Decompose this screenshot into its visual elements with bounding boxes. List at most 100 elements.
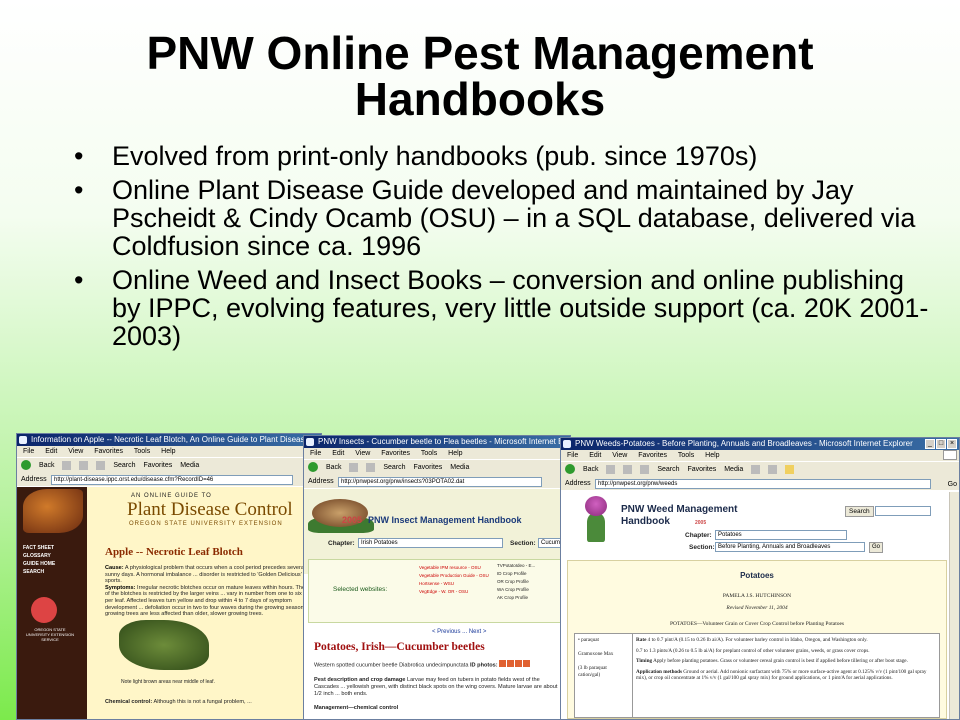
search-button[interactable]: Search <box>383 460 405 475</box>
menu-favorites[interactable]: Favorites <box>638 452 667 459</box>
species-text: Western spotted cucumber beetle Diabroti… <box>314 662 469 669</box>
search-button[interactable]: Search <box>845 506 874 517</box>
cause-text: A physiological problem that occurs when… <box>105 565 320 585</box>
maximize-icon[interactable]: □ <box>936 439 946 449</box>
menu-view[interactable]: View <box>68 448 83 455</box>
menu-help[interactable]: Help <box>705 452 719 459</box>
nav-search[interactable]: SEARCH <box>23 569 55 576</box>
chapter-select[interactable]: Potatoes <box>715 530 847 540</box>
menu-view[interactable]: View <box>612 452 627 459</box>
toolbar: Back Search Favorites Media <box>17 457 321 473</box>
stop-icon[interactable] <box>349 462 359 472</box>
address-label: Address <box>308 478 334 485</box>
rate-text-2: 0.7 to 1.3 pints/A (0.26 to 0.5 lb ai/A)… <box>636 647 870 654</box>
ie-icon <box>19 436 27 444</box>
back-button[interactable]: Back <box>39 458 55 473</box>
media-button[interactable]: Media <box>450 460 469 475</box>
photo-caption: Note light brown areas near middle of le… <box>121 679 215 685</box>
bullet-glyph: • <box>74 175 84 205</box>
address-input[interactable]: http://pnwpest.org/pnw/weeds <box>595 479 931 489</box>
home-icon[interactable] <box>96 460 106 470</box>
handbook-title: PNW Weed Management Handbook <box>621 504 738 528</box>
minimize-icon[interactable]: _ <box>925 439 935 449</box>
mail-icon[interactable] <box>751 464 761 474</box>
menu-help[interactable]: Help <box>161 448 175 455</box>
windows-flag-icon <box>943 450 957 460</box>
website-link[interactable]: VegEdge - W. OR - OSU <box>419 588 489 596</box>
website-link[interactable]: Vegetable IPM resource - OSU <box>419 564 489 572</box>
menu-file[interactable]: File <box>567 452 578 459</box>
menu-view[interactable]: View <box>355 450 370 457</box>
section-select[interactable]: Before Planting, Annuals and Broadleaves <box>715 542 865 552</box>
menu-edit[interactable]: Edit <box>332 450 344 457</box>
go-button[interactable]: Go <box>948 478 957 490</box>
prev-next-links[interactable]: < Previous ... Next > <box>432 629 486 635</box>
window-titlebar[interactable]: PNW Weeds-Potatoes - Before Planting, An… <box>561 438 959 450</box>
bullet-item: • Online Weed and Insect Books – conversi… <box>74 266 934 350</box>
media-button[interactable]: Media <box>180 458 199 473</box>
refresh-icon[interactable] <box>623 464 633 474</box>
id-photo-icons[interactable] <box>499 660 531 670</box>
selected-websites-box: Selected websites: Vegetable IPM resourc… <box>308 559 566 623</box>
back-button[interactable]: Back <box>326 460 342 475</box>
search-button[interactable]: Search <box>657 462 679 477</box>
window-titlebar[interactable]: PNW Insects - Cucumber beetle to Flea be… <box>304 436 570 448</box>
herbicide-name: • paraquat <box>578 637 599 643</box>
home-icon[interactable] <box>640 464 650 474</box>
website-link[interactable]: WA Crop Profile <box>497 586 535 594</box>
menu-file[interactable]: File <box>23 448 34 455</box>
refresh-icon[interactable] <box>366 462 376 472</box>
menu-favorites[interactable]: Favorites <box>94 448 123 455</box>
address-input[interactable]: http://plant-disease.ippc.orst.edu/disea… <box>51 475 293 485</box>
favorites-button[interactable]: Favorites <box>143 458 172 473</box>
timing-text: Apply before planting potatoes. Grass or… <box>653 658 908 665</box>
back-button[interactable]: Back <box>583 462 599 477</box>
favorites-button[interactable]: Favorites <box>687 462 716 477</box>
website-link[interactable]: ID Crop Profile <box>497 570 535 578</box>
nav-glossary[interactable]: GLOSSARY <box>23 553 55 560</box>
folder-icon[interactable] <box>785 464 795 474</box>
close-icon[interactable]: × <box>947 439 957 449</box>
print-icon[interactable] <box>768 464 778 474</box>
media-button[interactable]: Media <box>724 462 743 477</box>
chapter-select[interactable]: Irish Potatoes <box>358 538 503 548</box>
go-button[interactable]: Go <box>869 542 884 553</box>
website-link[interactable]: AK Crop Profile <box>497 594 535 602</box>
window-titlebar[interactable]: Information on Apple -- Necrotic Leaf Bl… <box>17 434 321 446</box>
website-link[interactable]: TVPotatoIdeo - E... <box>497 562 535 570</box>
weed-handbook-window: PNW Weeds-Potatoes - Before Planting, An… <box>560 437 960 720</box>
stop-icon[interactable] <box>62 460 72 470</box>
bullet-text: Online Plant Disease Guide developed and… <box>112 175 916 261</box>
favorites-button[interactable]: Favorites <box>414 460 443 475</box>
menu-tools[interactable]: Tools <box>134 448 150 455</box>
website-link[interactable]: Vegetable Production Guide - OSU <box>419 572 489 580</box>
photo-icon <box>499 660 507 667</box>
back-arrow-icon[interactable] <box>565 464 575 475</box>
insect-handbook-window: PNW Insects - Cucumber beetle to Flea be… <box>303 435 571 720</box>
left-nav-panel: FACT SHEET GLOSSARY GUIDE HOME SEARCH OR… <box>17 487 87 719</box>
menu-edit[interactable]: Edit <box>45 448 57 455</box>
website-link[interactable]: OR Crop Profile <box>497 578 535 586</box>
ie-icon <box>563 440 571 448</box>
window-title: PNW Insects - Cucumber beetle to Flea be… <box>318 437 570 446</box>
website-link[interactable]: Hortsense - WSU <box>419 580 489 588</box>
address-input[interactable]: http://pnwpest.org/pnw/insects?03POTA02.… <box>338 477 542 487</box>
nav-fact-sheet[interactable]: FACT SHEET <box>23 545 55 552</box>
search-button[interactable]: Search <box>113 458 135 473</box>
bullet-glyph: • <box>74 141 84 171</box>
menu-favorites[interactable]: Favorites <box>381 450 410 457</box>
menu-tools[interactable]: Tools <box>678 452 694 459</box>
menu-edit[interactable]: Edit <box>589 452 601 459</box>
menu-file[interactable]: File <box>310 450 321 457</box>
pest-description: Western spotted cucumber beetle Diabroti… <box>314 660 566 712</box>
link-column-2: TVPotatoIdeo - E... ID Crop Profile OR C… <box>497 562 535 602</box>
search-input[interactable] <box>875 506 931 516</box>
stop-icon[interactable] <box>606 464 616 474</box>
refresh-icon[interactable] <box>79 460 89 470</box>
menu-help[interactable]: Help <box>448 450 462 457</box>
back-arrow-icon[interactable] <box>308 462 318 473</box>
vertical-scrollbar[interactable] <box>949 492 959 719</box>
menu-tools[interactable]: Tools <box>421 450 437 457</box>
back-arrow-icon[interactable] <box>21 460 31 471</box>
nav-guide-home[interactable]: GUIDE HOME <box>23 561 55 568</box>
